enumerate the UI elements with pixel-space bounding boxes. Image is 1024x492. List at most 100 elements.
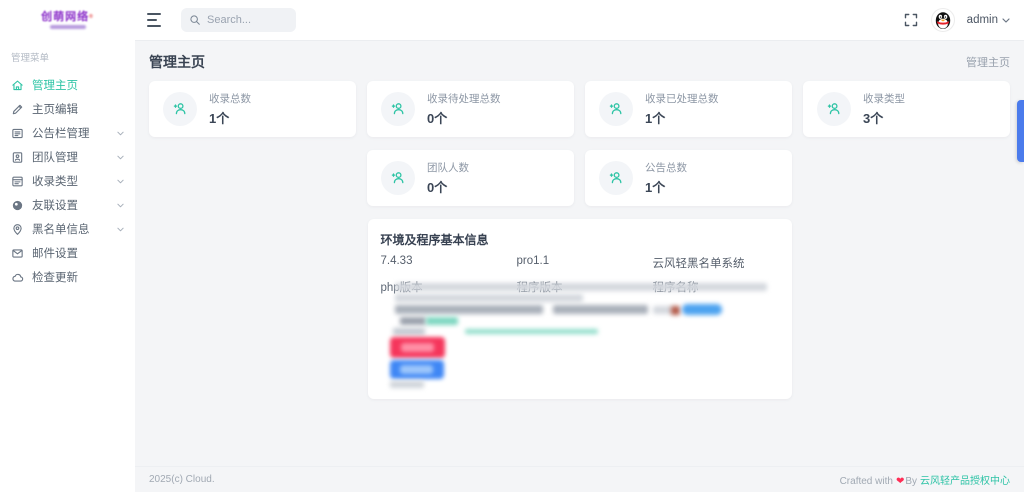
crafted-text: Crafted with [840,476,893,487]
sidebar-item-dashboard[interactable]: 管理主页 [0,73,135,97]
user-menu[interactable]: admin [967,14,1010,26]
edit-icon [11,103,24,116]
redacted-link-button[interactable] [682,304,722,315]
stat-label: 收录类型 [863,91,905,106]
sidebar-item-friend-links[interactable]: 友联设置 [0,193,135,217]
blacklist-icon [11,223,24,236]
php-version-value: 7.4.33 [381,255,517,271]
user-avatar[interactable] [931,8,955,32]
chevron-down-icon [117,227,124,232]
redacted-text-line [553,305,648,314]
authorization-center-link[interactable]: 云风轻产品授权中心 [920,476,1010,487]
stat-card-pending-records: 收录待处理总数 0个 [367,81,574,137]
sidebar-item-label: 收录类型 [32,173,78,189]
update-cloud-icon [11,271,24,284]
qq-penguin-icon [932,9,954,31]
fullscreen-button[interactable] [903,12,919,28]
info-panel-title: 环境及程序基本信息 [381,231,778,248]
program-name-label: 程序名称 [653,279,778,295]
user-icon [381,161,415,195]
friend-link-icon [11,199,24,212]
stat-card-processed-records: 收录已处理总数 1个 [585,81,792,137]
sidebar-item-label: 管理主页 [32,77,78,93]
page-header: 管理主页 管理主页 [135,41,1024,81]
sidebar-item-label: 主页编辑 [32,101,78,117]
logo-subtitle [50,25,86,29]
stat-label: 收录待处理总数 [427,91,501,106]
sidebar-item-blacklist[interactable]: 黑名单信息 [0,217,135,241]
redacted-badge [671,306,680,315]
sidebar-item-team[interactable]: 团队管理 [0,145,135,169]
sidebar-item-label: 邮件设置 [32,245,78,261]
redacted-link-line[interactable] [465,329,598,334]
stat-cards: 收录总数 1个 收录待处理总数 0个 收录已处理总数 1个 [135,81,1024,206]
sidebar-item-mail-settings[interactable]: 邮件设置 [0,241,135,265]
chevron-down-icon [117,203,124,208]
sidebar-item-label: 公告栏管理 [32,125,90,141]
php-version-label: php版本 [381,279,517,295]
stat-value: 3个 [863,108,905,127]
sidebar-item-home-edit[interactable]: 主页编辑 [0,97,135,121]
program-version-label: 程序版本 [517,279,653,295]
team-icon [11,151,24,164]
footer: 2025(c) Cloud. Crafted with❤By云风轻产品授权中心 [135,466,1024,492]
main-content: 管理主页 管理主页 收录总数 1个 收录待处理总数 0个 [135,40,1024,492]
stat-card-total-records: 收录总数 1个 [149,81,356,137]
chevron-down-icon [117,179,124,184]
stat-value: 1个 [645,108,719,127]
brand-logo-text: 创萌网络® [41,12,94,23]
stat-label: 团队人数 [427,160,469,175]
redacted-text-line [395,294,583,302]
sidebar-item-label: 友联设置 [32,197,78,213]
category-icon [11,175,24,188]
stat-value: 1个 [209,108,251,127]
search-box[interactable] [181,8,296,32]
home-icon [11,79,24,92]
user-icon [817,92,851,126]
redacted-text-line [390,381,424,388]
search-icon [189,14,201,26]
sidebar-item-label: 检查更新 [32,269,78,285]
stat-card-announcements: 公告总数 1个 [585,150,792,206]
page-title: 管理主页 [149,52,205,72]
chevron-down-icon [117,155,124,160]
search-input[interactable] [207,14,287,26]
chevron-down-icon [117,131,124,136]
environment-info-panel: 环境及程序基本信息 7.4.33 pro1.1 云风轻黑名单系统 php版本 程… [368,219,792,399]
topbar: 创萌网络® [0,0,1024,40]
bulletin-icon [11,127,24,140]
user-icon [381,92,415,126]
logo-badge: ® [89,14,94,20]
redacted-red-button[interactable] [390,337,445,358]
brand-logo[interactable]: 创萌网络® [0,0,135,40]
stat-label: 收录已处理总数 [645,91,719,106]
stat-label: 公告总数 [645,160,687,175]
sidebar-item-label: 黑名单信息 [32,221,90,237]
copyright-text: 2025(c) Cloud. [149,474,215,485]
by-text: By [905,476,917,487]
sidebar-toggle-icon[interactable] [147,13,165,27]
sidebar-item-check-update[interactable]: 检查更新 [0,265,135,289]
user-icon [599,161,633,195]
mail-icon [11,247,24,260]
topbar-right: admin [903,8,1024,32]
stat-value: 1个 [645,177,687,196]
info-labels-row: php版本 程序版本 程序名称 [381,279,778,295]
stat-value: 0个 [427,177,469,196]
username-label: admin [967,14,998,26]
redacted-text-line [426,317,458,325]
heart-icon: ❤ [896,476,904,487]
redacted-blue-button[interactable] [390,360,444,379]
user-icon [599,92,633,126]
topbar-left [135,0,296,40]
sidebar-item-bulletin[interactable]: 公告栏管理 [0,121,135,145]
breadcrumb[interactable]: 管理主页 [966,54,1010,70]
edge-floating-button[interactable] [1017,100,1024,162]
footer-credit: Crafted with❤By云风轻产品授权中心 [840,472,1010,487]
stat-value: 0个 [427,108,501,127]
redacted-text-line [400,317,426,325]
fullscreen-icon [904,13,918,27]
redacted-text-line [653,306,673,314]
redacted-text-line [395,305,543,314]
sidebar-item-record-type[interactable]: 收录类型 [0,169,135,193]
